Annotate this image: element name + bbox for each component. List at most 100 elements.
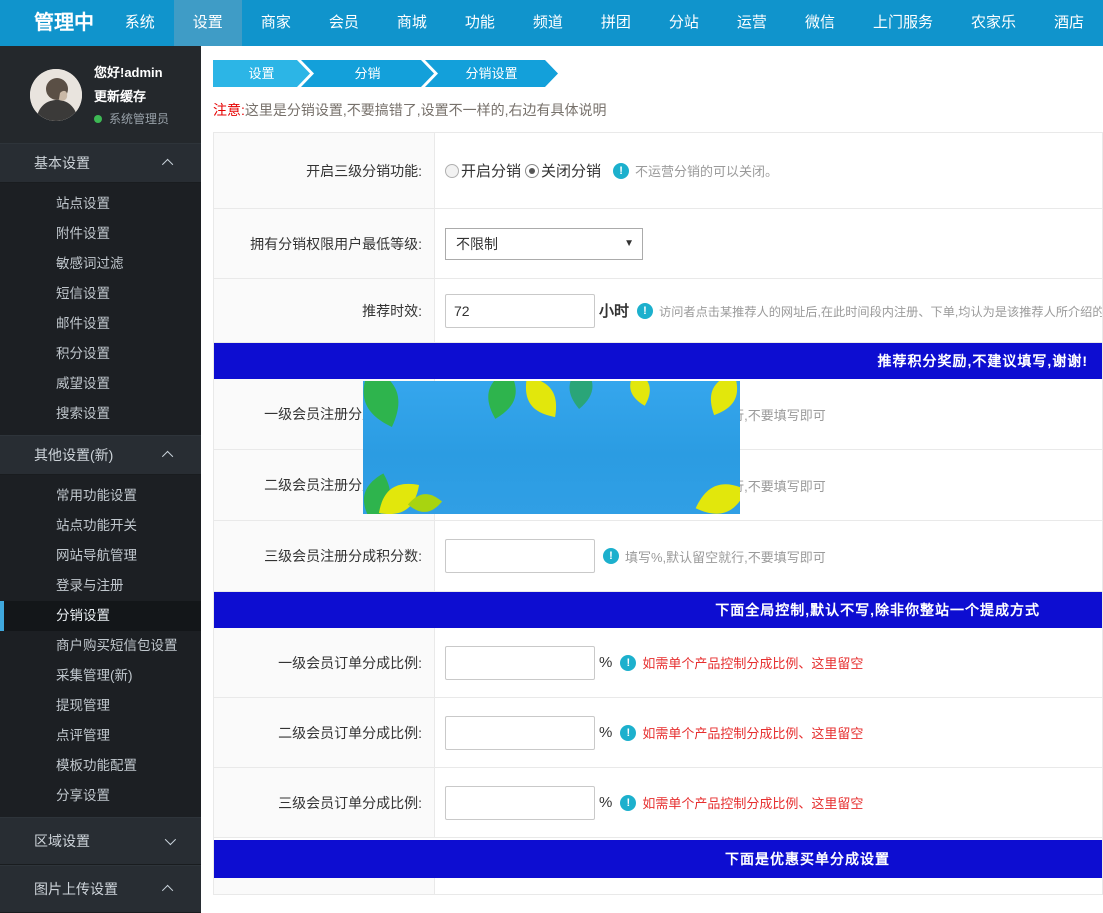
helper-note: 如需单个产品控制分成比例、这里留空: [642, 653, 863, 672]
input-suffix: %: [599, 794, 612, 811]
form-row: [214, 878, 1102, 895]
sidebar-item[interactable]: 邮件设置: [0, 309, 201, 339]
select-dropdown[interactable]: 不限制▼: [445, 228, 643, 260]
form-row: 三级会员注册分成积分数:!填写%,默认留空就行,不要填写即可: [214, 521, 1102, 592]
topnav-item-9[interactable]: 运营: [718, 0, 786, 46]
breadcrumb-segment[interactable]: 分销: [301, 60, 434, 87]
sidebar: 您好!admin 更新缓存 系统管理员 基本设置站点设置附件设置敏感词过滤短信设…: [0, 46, 201, 893]
sidebar-item[interactable]: 采集管理(新): [0, 661, 201, 691]
sidebar-item[interactable]: 站点设置: [0, 189, 201, 219]
topnav-item-0[interactable]: 系统: [106, 0, 174, 46]
sidebar-section-label: 其他设置(新): [34, 445, 113, 465]
sidebar-section-header[interactable]: 其他设置(新): [0, 435, 201, 475]
radio-option[interactable]: 关闭分销: [525, 160, 601, 181]
row-label: 拥有分销权限用户最低等级:: [214, 209, 435, 278]
sidebar-section-items: 常用功能设置站点功能开关网站导航管理登录与注册分销设置商户购买短信包设置采集管理…: [0, 475, 201, 817]
topnav-item-10[interactable]: 微信: [786, 0, 854, 46]
section-banner-text: 下面是优惠买单分成设置: [725, 849, 890, 869]
text-input[interactable]: [445, 294, 595, 328]
row-content: %! 如需单个产品控制分成比例、这里留空: [435, 698, 1102, 767]
helper-note: 不运营分销的可以关闭。: [635, 161, 778, 180]
radio-option[interactable]: 开启分销: [445, 160, 521, 181]
row-label: 三级会员订单分成比例:: [214, 768, 435, 837]
topnav-item-7[interactable]: 拼团: [582, 0, 650, 46]
user-greeting: 您好!admin: [94, 62, 169, 81]
topbar: 管理中心 系统设置商家会员商城功能频道拼团分站运营微信上门服务农家乐酒店: [0, 0, 1103, 46]
topnav-item-11[interactable]: 上门服务: [854, 0, 952, 46]
radio-button[interactable]: [445, 164, 459, 178]
caret-down-icon: ▼: [624, 238, 634, 249]
radio-option-label: 关闭分销: [541, 160, 601, 181]
breadcrumb-segment[interactable]: 分销设置: [425, 60, 558, 87]
text-input[interactable]: [445, 539, 595, 573]
topnav-item-4[interactable]: 商城: [378, 0, 446, 46]
radio-button[interactable]: [525, 164, 539, 178]
notice: 注意:这里是分销设置,不要搞错了,设置不一样的,右边有具体说明: [213, 100, 1103, 120]
sidebar-item[interactable]: 登录与注册: [0, 571, 201, 601]
sidebar-section-1: 其他设置(新) 常用功能设置站点功能开关网站导航管理登录与注册分销设置商户购买短信…: [0, 435, 201, 817]
input-suffix: 小时: [599, 300, 629, 321]
online-status-dot: [94, 115, 102, 123]
row-content: %!如需单个产品控制分成比例、这里留空: [435, 628, 1102, 697]
avatar: [30, 69, 82, 121]
sidebar-section-label: 图片上传设置: [34, 879, 118, 899]
form-row: 一级会员订单分成比例:%!如需单个产品控制分成比例、这里留空: [214, 628, 1102, 698]
sidebar-item[interactable]: 常用功能设置: [0, 481, 201, 511]
topnav-item-12[interactable]: 农家乐: [952, 0, 1035, 46]
form-row: 推荐时效:小时!访问者点击某推荐人的网址后,在此时间段内注册、下单,均认为是该推…: [214, 279, 1102, 343]
breadcrumb-segment[interactable]: 设置: [213, 60, 310, 87]
sidebar-section-header[interactable]: 基本设置: [0, 143, 201, 183]
section-banner-text: 下面全局控制,默认不写,除非你整站一个提成方式: [715, 600, 1040, 620]
sidebar-item[interactable]: 附件设置: [0, 219, 201, 249]
sidebar-item[interactable]: 商户购买短信包设置: [0, 631, 201, 661]
info-icon: !: [620, 725, 636, 741]
sidebar-section-header[interactable]: 图片上传设置: [0, 865, 201, 913]
sidebar-item[interactable]: 搜索设置: [0, 399, 201, 429]
sidebar-section-label: 区域设置: [34, 831, 90, 851]
row-label: 二级会员订单分成比例:: [214, 698, 435, 767]
text-input[interactable]: [445, 646, 595, 680]
text-input[interactable]: [445, 716, 595, 750]
form-row: 三级会员订单分成比例:%!如需单个产品控制分成比例、这里留空: [214, 768, 1102, 838]
sidebar-section-header[interactable]: 区域设置: [0, 817, 201, 865]
sidebar-item[interactable]: 站点功能开关: [0, 511, 201, 541]
section-banner: 下面是优惠买单分成设置: [214, 840, 1102, 878]
helper-note: 访问者点击某推荐人的网址后,在此时间段内注册、下单,均认为是该推荐人所介绍的: [659, 302, 1102, 320]
row-label: 推荐时效:: [214, 279, 435, 342]
chevron-up-icon: [162, 451, 173, 462]
sidebar-item[interactable]: 分销设置: [0, 601, 201, 631]
topnav-item-3[interactable]: 会员: [310, 0, 378, 46]
section-banner: 推荐积分奖励,不建议填写,谢谢!: [214, 343, 1102, 379]
input-suffix: %: [599, 724, 612, 741]
text-input[interactable]: [445, 786, 595, 820]
update-cache-link[interactable]: 更新缓存: [94, 86, 169, 105]
sidebar-item[interactable]: 点评管理: [0, 721, 201, 751]
leaf-icon: [556, 381, 607, 412]
topnav-item-5[interactable]: 功能: [446, 0, 514, 46]
sidebar-item[interactable]: 网站导航管理: [0, 541, 201, 571]
sidebar-item[interactable]: 模板功能配置: [0, 751, 201, 781]
topnav-item-2[interactable]: 商家: [242, 0, 310, 46]
sidebar-item[interactable]: 提现管理: [0, 691, 201, 721]
topnav-item-13[interactable]: 酒店: [1035, 0, 1103, 46]
topnav-item-6[interactable]: 频道: [514, 0, 582, 46]
sidebar-section-label: 基本设置: [34, 153, 90, 173]
notice-text: 这里是分销设置,不要搞错了,设置不一样的,右边有具体说明: [245, 102, 607, 118]
sidebar-item[interactable]: 敏感词过滤: [0, 249, 201, 279]
topnav-item-8[interactable]: 分站: [650, 0, 718, 46]
form-row: 开启三级分销功能: 开启分销关闭分销! 不运营分销的可以关闭。: [214, 133, 1102, 209]
sidebar-item[interactable]: 积分设置: [0, 339, 201, 369]
row-content: 不限制▼: [435, 209, 1102, 278]
topnav-item-1[interactable]: 设置: [174, 0, 242, 46]
sidebar-item[interactable]: 分享设置: [0, 781, 201, 811]
sidebar-item[interactable]: 威望设置: [0, 369, 201, 399]
row-content: !填写%,默认留空就行,不要填写即可: [435, 521, 1102, 591]
helper-note: 如需单个产品控制分成比例、这里留空: [642, 723, 863, 742]
sidebar-item[interactable]: 短信设置: [0, 279, 201, 309]
row-label: 开启三级分销功能:: [214, 133, 435, 208]
leaf-icon: [363, 381, 416, 432]
top-navigation: 系统设置商家会员商城功能频道拼团分站运营微信上门服务农家乐酒店: [106, 0, 1103, 46]
info-icon: !: [613, 163, 629, 179]
row-content: 小时!访问者点击某推荐人的网址后,在此时间段内注册、下单,均认为是该推荐人所介绍…: [435, 279, 1102, 342]
section-banner-text: 推荐积分奖励,不建议填写,谢谢!: [878, 351, 1088, 371]
